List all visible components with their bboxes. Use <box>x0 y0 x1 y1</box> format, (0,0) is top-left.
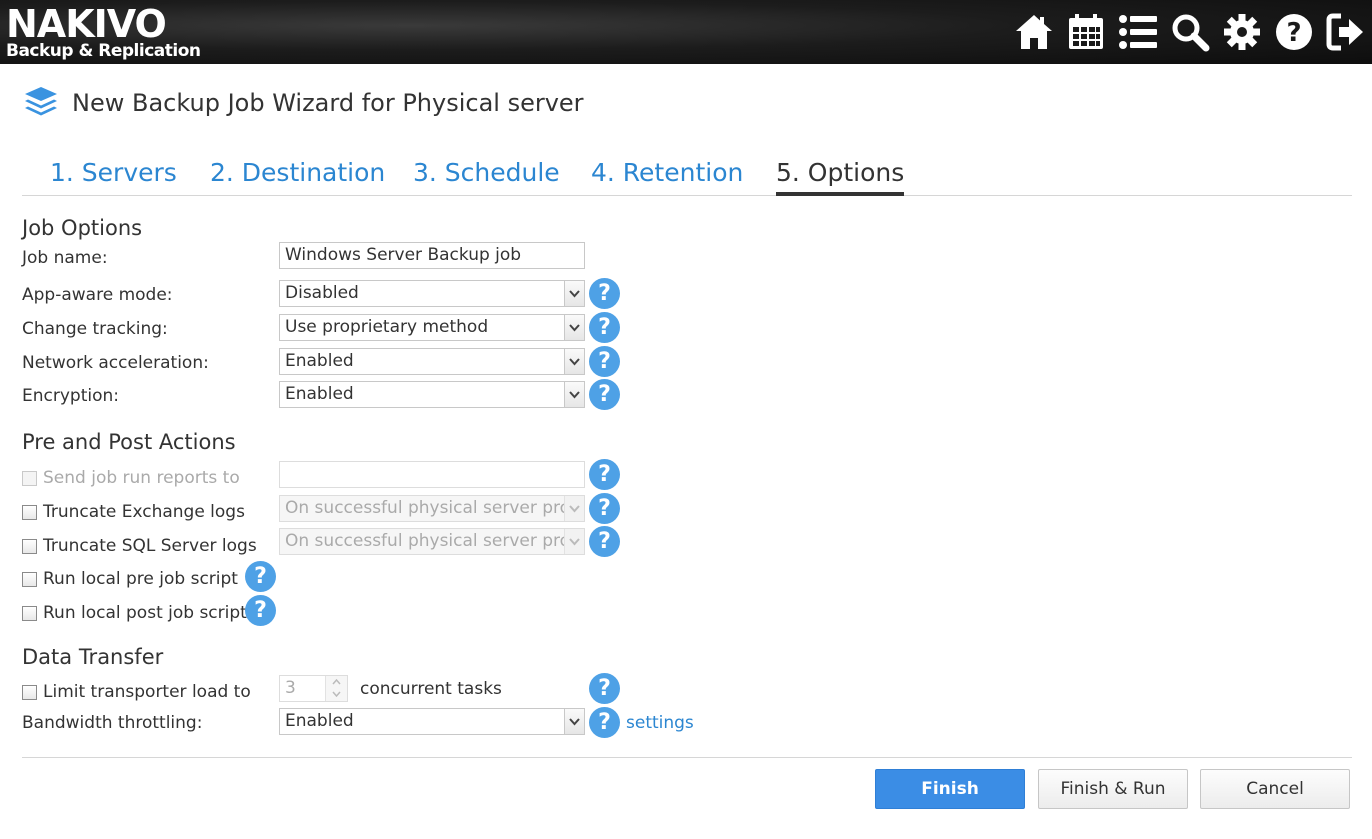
chevron-down-icon <box>564 709 584 734</box>
limit-load-label: Limit transporter load to <box>43 682 251 702</box>
list-icon[interactable] <box>1116 10 1160 54</box>
network-acceleration-select[interactable]: Enabled <box>279 348 585 375</box>
stack-layers-icon <box>25 87 57 116</box>
help-icon[interactable]: ? <box>589 493 620 524</box>
top-bar: NAKIVO Backup & Replication ? <box>0 0 1372 64</box>
footer-divider <box>22 757 1352 758</box>
change-tracking-select[interactable]: Use proprietary method <box>279 314 585 341</box>
help-icon[interactable]: ? <box>589 459 620 490</box>
tab-destination[interactable]: 2. Destination <box>210 158 385 196</box>
chevron-down-icon <box>564 382 584 407</box>
job-name-input[interactable]: Windows Server Backup job <box>279 242 585 269</box>
chevron-down-icon <box>564 315 584 340</box>
help-icon[interactable]: ? <box>589 278 620 309</box>
tab-servers[interactable]: 1. Servers <box>50 158 177 196</box>
help-icon[interactable]: ? <box>589 346 620 377</box>
send-reports-row: Send job run reports to <box>22 468 240 488</box>
search-icon[interactable] <box>1168 10 1212 54</box>
send-reports-input[interactable] <box>279 461 585 488</box>
calendar-icon[interactable] <box>1064 10 1108 54</box>
pre-script-row: Run local pre job script <box>22 569 238 589</box>
chevron-down-icon <box>564 529 584 554</box>
send-reports-checkbox[interactable] <box>22 470 37 486</box>
concurrent-tasks-stepper[interactable]: 3 <box>279 675 348 702</box>
truncate-exchange-row: Truncate Exchange logs <box>22 502 245 522</box>
truncate-exchange-select[interactable]: On successful physical server proce <box>279 495 585 522</box>
send-reports-label: Send job run reports to <box>43 468 240 488</box>
truncate-exchange-label: Truncate Exchange logs <box>43 502 245 522</box>
help-icon[interactable]: ? <box>245 595 276 626</box>
chevron-down-icon <box>564 281 584 306</box>
truncate-sql-select[interactable]: On successful physical server proce <box>279 528 585 555</box>
post-script-row: Run local post job script <box>22 603 247 623</box>
stepper-buttons <box>325 676 347 701</box>
network-acceleration-value: Enabled <box>285 351 354 371</box>
post-script-label: Run local post job script <box>43 603 247 623</box>
concurrent-tasks-value: 3 <box>285 678 296 698</box>
truncate-sql-value: On successful physical server proce <box>285 531 585 551</box>
top-nav-icons: ? <box>1012 10 1368 54</box>
truncate-sql-checkbox[interactable] <box>22 538 37 554</box>
limit-load-checkbox[interactable] <box>22 684 37 700</box>
job-name-label: Job name: <box>22 248 108 268</box>
help-icon[interactable]: ? <box>245 561 276 592</box>
svg-text:?: ? <box>1286 18 1301 48</box>
change-tracking-value: Use proprietary method <box>285 317 489 337</box>
help-icon[interactable]: ? <box>589 526 620 557</box>
logo-sub-text: Backup & Replication <box>6 41 201 61</box>
bandwidth-throttling-value: Enabled <box>285 711 354 731</box>
help-icon[interactable]: ? <box>589 379 620 410</box>
help-icon[interactable]: ? <box>589 673 620 704</box>
help-icon[interactable]: ? <box>589 707 620 738</box>
encryption-label: Encryption: <box>22 386 119 406</box>
limit-load-row: Limit transporter load to <box>22 682 251 702</box>
encryption-select[interactable]: Enabled <box>279 381 585 408</box>
home-icon[interactable] <box>1012 10 1056 54</box>
help-icon[interactable]: ? <box>1272 10 1316 54</box>
bandwidth-throttling-select[interactable]: Enabled <box>279 708 585 735</box>
truncate-sql-label: Truncate SQL Server logs <box>43 536 257 556</box>
network-acceleration-label: Network acceleration: <box>22 353 209 373</box>
stepper-up-icon[interactable] <box>326 676 347 688</box>
logo: NAKIVO Backup & Replication <box>6 2 201 61</box>
gear-icon[interactable] <box>1220 10 1264 54</box>
truncate-sql-row: Truncate SQL Server logs <box>22 536 257 556</box>
help-icon[interactable]: ? <box>589 312 620 343</box>
change-tracking-label: Change tracking: <box>22 319 168 339</box>
pre-post-actions-title: Pre and Post Actions <box>22 430 236 454</box>
page-title: New Backup Job Wizard for Physical serve… <box>72 89 584 117</box>
concurrent-tasks-label: concurrent tasks <box>360 679 502 699</box>
pre-script-checkbox[interactable] <box>22 571 37 587</box>
truncate-exchange-checkbox[interactable] <box>22 504 37 520</box>
bandwidth-settings-link[interactable]: settings <box>626 713 694 733</box>
cancel-button[interactable]: Cancel <box>1200 769 1350 809</box>
logo-main-text: NAKIVO <box>6 2 167 46</box>
data-transfer-title: Data Transfer <box>22 645 164 669</box>
encryption-value: Enabled <box>285 384 354 404</box>
pre-script-label: Run local pre job script <box>43 569 238 589</box>
app-aware-label: App-aware mode: <box>22 285 173 305</box>
chevron-down-icon <box>564 349 584 374</box>
wizard-header: New Backup Job Wizard for Physical serve… <box>22 84 584 122</box>
job-options-title: Job Options <box>22 216 143 240</box>
app-aware-value: Disabled <box>285 283 359 303</box>
logout-icon[interactable] <box>1324 10 1368 54</box>
chevron-down-icon <box>564 496 584 521</box>
wizard-tabs: 1. Servers 2. Destination 3. Schedule 4.… <box>22 158 1352 196</box>
tab-options[interactable]: 5. Options <box>776 158 905 196</box>
stepper-down-icon[interactable] <box>326 688 347 700</box>
finish-and-run-button[interactable]: Finish & Run <box>1038 769 1188 809</box>
tab-schedule[interactable]: 3. Schedule <box>413 158 560 196</box>
tab-retention[interactable]: 4. Retention <box>591 158 743 196</box>
finish-button[interactable]: Finish <box>875 769 1025 809</box>
post-script-checkbox[interactable] <box>22 605 37 621</box>
truncate-exchange-value: On successful physical server proce <box>285 498 585 518</box>
app-aware-select[interactable]: Disabled <box>279 280 585 307</box>
bandwidth-throttling-label: Bandwidth throttling: <box>22 713 203 733</box>
